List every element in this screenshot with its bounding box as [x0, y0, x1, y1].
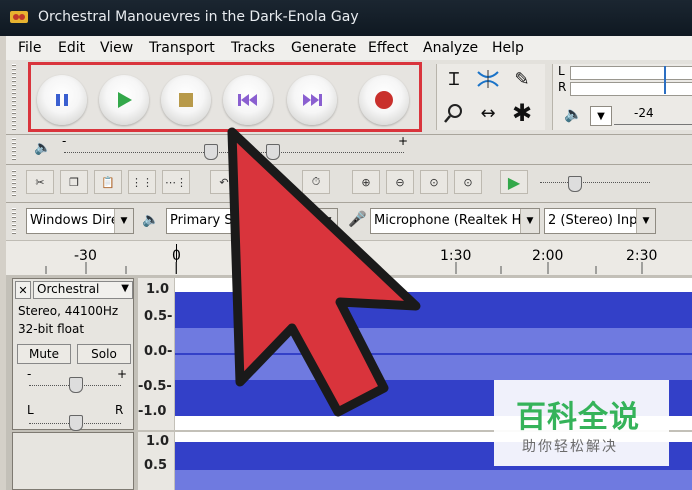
meter-db-label: -24	[634, 106, 654, 120]
skip-to-end-button[interactable]	[287, 75, 337, 125]
fit-project-button[interactable]: ⊙	[454, 170, 482, 194]
pan-right-label: R	[115, 403, 124, 417]
cut-button[interactable]: ✂	[26, 170, 54, 194]
track-format: Stereo, 44100Hz	[18, 304, 119, 318]
gain-slider-thumb[interactable]	[69, 377, 83, 393]
draw-tool-icon[interactable]: ✎	[506, 64, 538, 94]
scale-label: 0.5	[144, 458, 168, 473]
watermark: 百科全说 助你轻松解决	[494, 380, 669, 466]
stop-icon	[179, 93, 193, 107]
menu-generate[interactable]: Generate	[291, 40, 356, 56]
toolbar-grip[interactable]	[12, 138, 16, 162]
play-speed-slider[interactable]	[540, 182, 650, 184]
app-icon	[10, 11, 28, 23]
solo-button[interactable]: Solo	[77, 344, 131, 364]
envelope-tool-icon[interactable]	[472, 64, 504, 94]
slider-minus-label: -	[62, 134, 67, 148]
meter-right-bar	[570, 82, 692, 96]
menu-effect[interactable]: Effect	[368, 40, 408, 56]
title-bar: Orchestral Manouevres in the Dark-Enola …	[0, 0, 692, 36]
watermark-subtitle: 助你轻松解决	[522, 439, 618, 455]
meter-left-bar	[570, 66, 692, 80]
meter-left-label: L	[558, 64, 565, 78]
playback-volume-icon: 🔈	[34, 140, 52, 156]
skip-to-start-button[interactable]	[223, 75, 273, 125]
track-bit-depth: 32-bit float	[18, 322, 85, 336]
scale-label: 0.5-	[144, 309, 173, 324]
skip-end-icon	[303, 94, 322, 106]
mute-button[interactable]: Mute	[17, 344, 71, 364]
watermark-title: 百科全说	[516, 400, 640, 435]
selection-tool-icon[interactable]: Ɪ	[438, 64, 470, 94]
toolbar-grip[interactable]	[12, 208, 16, 236]
menu-help[interactable]: Help	[492, 40, 524, 56]
record-button[interactable]	[359, 75, 409, 125]
menu-edit[interactable]: Edit	[58, 40, 85, 56]
speaker-icon[interactable]: 🔈	[564, 105, 583, 123]
zoom-tool-icon[interactable]	[438, 98, 470, 128]
menu-analyze[interactable]: Analyze	[423, 40, 478, 56]
gain-minus-label: -	[27, 367, 32, 381]
play-button[interactable]	[99, 75, 149, 125]
toolbar-grip[interactable]	[12, 64, 16, 130]
chevron-down-icon: ▼	[121, 283, 129, 294]
menu-view[interactable]: View	[100, 40, 133, 56]
scale-label: 1.0	[146, 282, 170, 297]
meter-right-label: R	[558, 80, 567, 94]
meter-peak-marker	[664, 66, 666, 94]
scale-label: 1.0	[146, 434, 170, 449]
scale-label: -1.0	[138, 404, 167, 419]
menu-bar: File Edit View Transport Tracks Generate…	[6, 36, 692, 61]
menu-transport[interactable]: Transport	[149, 40, 215, 56]
play-speed-thumb[interactable]	[568, 176, 582, 192]
stop-button[interactable]	[161, 75, 211, 125]
menu-tracks[interactable]: Tracks	[231, 40, 275, 56]
record-icon	[375, 91, 393, 109]
audio-host-select[interactable]: Windows Dire ▼	[26, 208, 134, 234]
skip-start-icon	[238, 94, 257, 106]
pan-left-label: L	[27, 403, 34, 417]
menu-file[interactable]: File	[18, 40, 41, 56]
play-icon	[118, 92, 132, 108]
meter-scale	[614, 124, 692, 125]
window-title: Orchestral Manouevres in the Dark-Enola …	[38, 9, 359, 25]
time-shift-tool-icon[interactable]: ↔	[472, 98, 504, 128]
track-control-panel-lower	[12, 432, 134, 490]
gain-plus-label: +	[117, 367, 128, 381]
pan-slider-thumb[interactable]	[69, 415, 83, 431]
pause-icon	[56, 94, 68, 106]
amplitude-scale: 1.0 0.5	[138, 432, 174, 490]
recording-channels-select[interactable]: 2 (Stereo) Inp ▼	[544, 208, 656, 234]
trim-button[interactable]: ⋮⋮	[128, 170, 156, 194]
scale-label: 0.0-	[144, 344, 173, 359]
scale-label: -0.5-	[138, 379, 172, 394]
track-menu-button[interactable]: Orchestral ▼	[33, 281, 133, 299]
track-name: Orchestral	[37, 282, 100, 296]
pointer-arrow-icon	[227, 127, 421, 417]
paste-button[interactable]: 📋	[94, 170, 122, 194]
multi-tool-icon[interactable]: ✱	[506, 98, 538, 128]
copy-button[interactable]: ❐	[60, 170, 88, 194]
track-close-button[interactable]: ✕	[15, 281, 31, 299]
meter-dropdown[interactable]: ▼	[590, 106, 612, 126]
amplitude-scale: 1.0 0.5- 0.0- -0.5- -1.0	[138, 278, 174, 430]
toolbar-grip[interactable]	[12, 170, 16, 198]
playback-device-icon: 🔈	[142, 212, 160, 228]
pause-button[interactable]	[37, 75, 87, 125]
play-at-speed-button[interactable]: ▶	[500, 170, 528, 194]
track-control-panel: ✕ Orchestral ▼ Stereo, 44100Hz 32-bit fl…	[12, 278, 134, 431]
